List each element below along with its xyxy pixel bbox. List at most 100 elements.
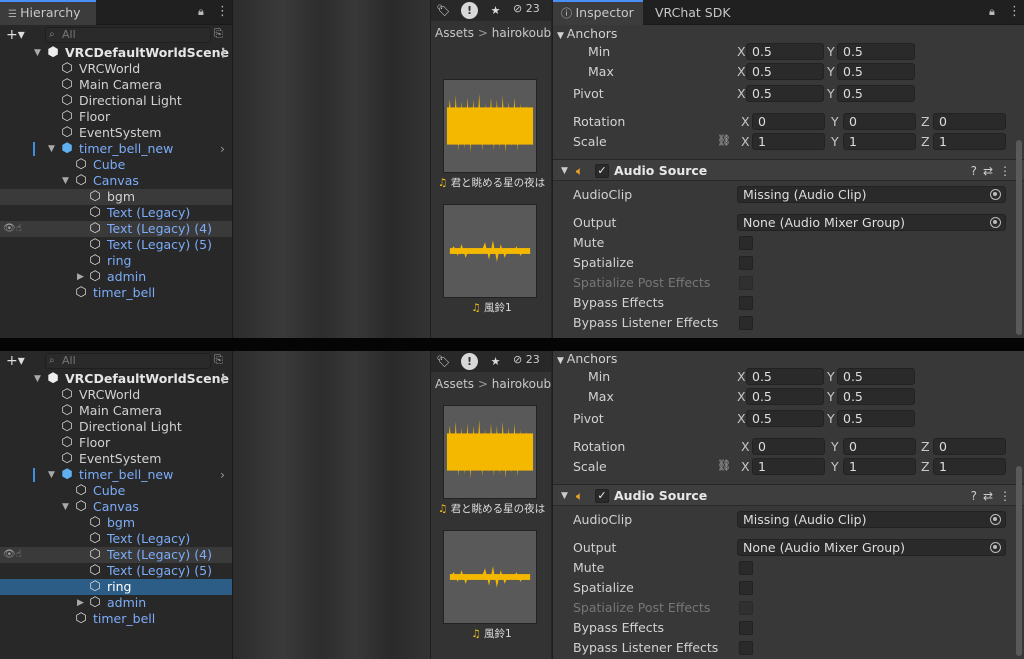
hierarchy-item-text-legacy-4[interactable]: 👁︎☝︎ ⬡ Text (Legacy) (4): [0, 221, 232, 237]
hierarchy-item-vrcworld[interactable]: ⬡ VRCWorld: [0, 61, 232, 77]
hierarchy-item-eventsystem[interactable]: ⬡ EventSystem: [0, 125, 232, 141]
component-enabled-checkbox[interactable]: ✓: [595, 164, 609, 178]
eye-icon[interactable]: 👁︎☝︎: [3, 221, 22, 237]
kebab-menu-icon[interactable]: ⋮: [216, 0, 229, 24]
chevron-down-icon[interactable]: ▼: [62, 173, 69, 189]
hierarchy-item-ring[interactable]: ⬡ ring: [0, 253, 232, 269]
help-icon[interactable]: ?: [971, 164, 983, 178]
hierarchy-item-main-camera[interactable]: ⬡ Main Camera: [0, 77, 232, 93]
scale-z-field[interactable]: 1: [933, 133, 1006, 150]
star-icon[interactable]: ★: [487, 353, 504, 370]
hierarchy-item-bgm[interactable]: ⬡ bgm: [0, 189, 232, 205]
mute-checkbox[interactable]: [739, 561, 753, 575]
pivot-y-field[interactable]: 0.5: [837, 410, 915, 427]
max-x-field[interactable]: 0.5: [746, 63, 824, 80]
bypass-listener-checkbox[interactable]: [739, 641, 753, 655]
chevron-down-icon[interactable]: ▼: [48, 141, 55, 157]
hierarchy-item-timer-bell[interactable]: ⬡ timer_bell: [0, 285, 232, 301]
tab-vrchat-sdk[interactable]: VRChat SDK: [647, 0, 739, 25]
spatialize-checkbox[interactable]: [739, 256, 753, 270]
kebab-menu-icon[interactable]: ⋮: [1008, 0, 1021, 24]
tab-hierarchy[interactable]: ☰ Hierarchy: [0, 0, 96, 25]
hierarchy-item-floor[interactable]: ⬡ Floor: [0, 109, 232, 125]
create-button[interactable]: +▾: [6, 351, 25, 371]
lock-icon[interactable]: 🔒︎: [198, 0, 204, 24]
bypass-effects-checkbox[interactable]: [739, 296, 753, 310]
object-picker-icon[interactable]: [990, 542, 1001, 553]
create-button[interactable]: +▾: [6, 25, 25, 45]
hierarchy-item-floor[interactable]: ⬡ Floor: [0, 435, 232, 451]
audio-source-header[interactable]: ▼ 🔈︎ ✓ Audio Source ?⇄⋮: [553, 159, 1024, 181]
chevron-down-icon[interactable]: ▼: [34, 371, 41, 387]
scene-visibility-icon[interactable]: ⎘: [214, 27, 223, 41]
chevron-right-icon[interactable]: ▶: [77, 595, 84, 611]
hierarchy-item-text-legacy-5[interactable]: ⬡ Text (Legacy) (5): [0, 237, 232, 253]
max-y-field[interactable]: 0.5: [837, 63, 915, 80]
kebab-menu-icon[interactable]: ⋮: [217, 371, 230, 387]
tag-icon[interactable]: 🏷︎: [435, 2, 452, 19]
scale-z-field[interactable]: 1: [933, 458, 1006, 475]
chevron-right-icon[interactable]: ▶: [77, 269, 84, 285]
bypass-effects-checkbox[interactable]: [739, 621, 753, 635]
scale-x-field[interactable]: 1: [752, 133, 825, 150]
min-y-field[interactable]: 0.5: [837, 43, 915, 60]
hierarchy-item-admin[interactable]: ▶ ⬡ admin: [0, 269, 232, 285]
star-icon[interactable]: ★: [487, 2, 504, 19]
scene-row[interactable]: ▼ ⬢ VRCDefaultWorldScene ⋮: [0, 45, 232, 61]
audio-asset-thumbnail[interactable]: [443, 405, 537, 499]
hierarchy-item-timer-bell-new[interactable]: ▼ ⬢ timer_bell_new ›: [0, 141, 232, 157]
hierarchy-item-directional-light[interactable]: ⬡ Directional Light: [0, 93, 232, 109]
component-header-icons[interactable]: ?⇄⋮: [971, 160, 1017, 182]
component-header-icons[interactable]: ?⇄⋮: [971, 485, 1017, 507]
rotation-y-field[interactable]: 0: [843, 438, 916, 455]
link-icon[interactable]: ⛓︎: [717, 134, 731, 147]
pivot-x-field[interactable]: 0.5: [746, 85, 824, 102]
hierarchy-item-ring[interactable]: ⬡ ring: [0, 579, 232, 595]
scale-x-field[interactable]: 1: [752, 458, 825, 475]
output-field[interactable]: None (Audio Mixer Group): [737, 539, 1006, 556]
rotation-z-field[interactable]: 0: [933, 438, 1006, 455]
anchors-foldout[interactable]: ▼ Anchors: [557, 26, 617, 41]
hierarchy-item-bgm[interactable]: ⬡ bgm: [0, 515, 232, 531]
pivot-x-field[interactable]: 0.5: [746, 410, 824, 427]
max-x-field[interactable]: 0.5: [746, 388, 824, 405]
hierarchy-item-timer-bell-new[interactable]: ▼ ⬢ timer_bell_new ›: [0, 467, 232, 483]
chevron-down-icon[interactable]: ▼: [561, 485, 568, 507]
hierarchy-item-main-camera[interactable]: ⬡ Main Camera: [0, 403, 232, 419]
scene-visibility-icon[interactable]: ⎘: [214, 353, 223, 367]
chevron-down-icon[interactable]: ▼: [34, 45, 41, 61]
chevron-right-icon[interactable]: ›: [220, 467, 225, 483]
eye-icon[interactable]: 👁︎☝︎: [3, 547, 22, 563]
hierarchy-item-cube[interactable]: ⬡ Cube: [0, 157, 232, 173]
mute-checkbox[interactable]: [739, 236, 753, 250]
scene-row[interactable]: ▼ ⬢ VRCDefaultWorldScene ⋮: [0, 371, 232, 387]
rotation-y-field[interactable]: 0: [843, 113, 916, 130]
search-input[interactable]: ⌕ All: [45, 353, 211, 369]
max-y-field[interactable]: 0.5: [837, 388, 915, 405]
hidden-packages-toggle[interactable]: ⊘ 23: [513, 353, 540, 366]
rotation-x-field[interactable]: 0: [752, 113, 825, 130]
output-field[interactable]: None (Audio Mixer Group): [737, 214, 1006, 231]
hierarchy-item-text-legacy-4[interactable]: 👁︎☝︎ ⬡ Text (Legacy) (4): [0, 547, 232, 563]
error-filter-icon[interactable]: !: [461, 353, 478, 370]
hierarchy-item-admin[interactable]: ▶ ⬡ admin: [0, 595, 232, 611]
breadcrumb-assets[interactable]: Assets: [435, 377, 474, 391]
search-input[interactable]: ⌕ All: [45, 27, 211, 43]
link-icon[interactable]: ⛓︎: [717, 459, 731, 472]
hierarchy-item-canvas[interactable]: ▼ ⬡ Canvas: [0, 499, 232, 515]
rotation-x-field[interactable]: 0: [752, 438, 825, 455]
scale-y-field[interactable]: 1: [843, 458, 916, 475]
object-picker-icon[interactable]: [990, 189, 1001, 200]
component-enabled-checkbox[interactable]: ✓: [595, 489, 609, 503]
inspector-scrollbar[interactable]: [1016, 466, 1022, 656]
audioclip-field[interactable]: Missing (Audio Clip): [737, 511, 1006, 528]
kebab-menu-icon[interactable]: ⋮: [217, 45, 230, 61]
lock-icon[interactable]: 🔒︎: [989, 0, 995, 24]
audio-asset-thumbnail[interactable]: [443, 204, 537, 298]
audio-asset-thumbnail[interactable]: [443, 530, 537, 624]
pivot-y-field[interactable]: 0.5: [837, 85, 915, 102]
spatialize-checkbox[interactable]: [739, 581, 753, 595]
scale-y-field[interactable]: 1: [843, 133, 916, 150]
hierarchy-item-canvas[interactable]: ▼ ⬡ Canvas: [0, 173, 232, 189]
chevron-down-icon[interactable]: ▼: [48, 467, 55, 483]
